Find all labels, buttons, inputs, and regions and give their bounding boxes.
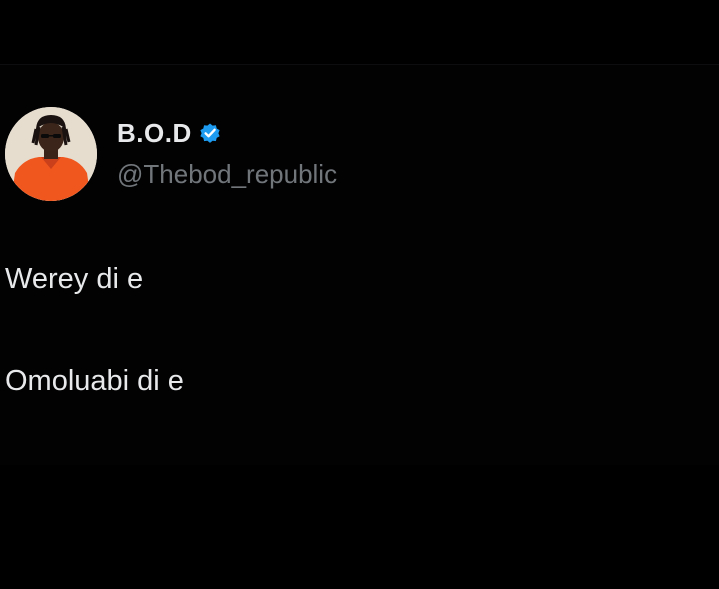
avatar[interactable]	[5, 107, 97, 201]
tweet-card: B.O.D @Thebod_republic Werey di e Omolua…	[0, 64, 719, 465]
avatar-image	[5, 107, 97, 201]
tweet-text-line: Omoluabi di e	[5, 365, 184, 397]
tweet-text-line: Werey di e	[5, 263, 144, 295]
user-handle[interactable]: @Thebod_republic	[117, 159, 337, 190]
author-name-row: B.O.D	[117, 117, 222, 149]
verified-badge-icon	[198, 121, 222, 145]
display-name[interactable]: B.O.D	[117, 118, 192, 149]
